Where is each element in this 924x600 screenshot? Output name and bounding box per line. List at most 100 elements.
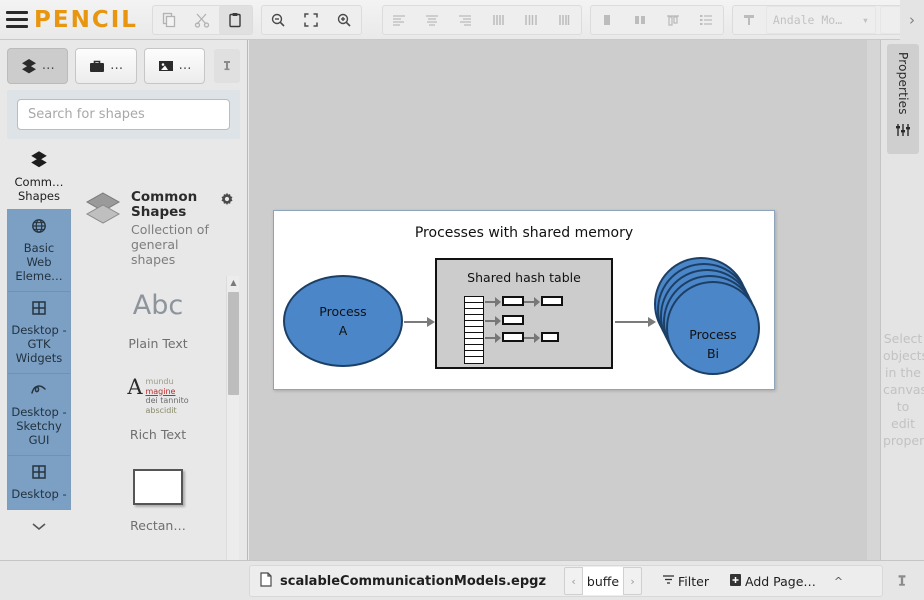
collection-title: Common Shapes (131, 190, 209, 220)
tab-shapes[interactable]: … (7, 48, 68, 84)
shape-preview: A mundu magine dei tannito abscidit (84, 367, 232, 425)
align-middle-icon (632, 12, 648, 28)
connector-arrowhead (427, 317, 435, 327)
tab-tools-more: … (110, 63, 124, 69)
align-right-button[interactable] (449, 6, 482, 34)
hash-chain-node (541, 296, 563, 306)
text-format-group: Andale Mo… ▾ (732, 5, 924, 35)
magnifier-plus-icon (336, 12, 352, 28)
document-chip: scalableCommunicationModels.epgz ‹ buffe… (249, 565, 883, 597)
align-middle-button[interactable] (624, 6, 657, 34)
main-menu-button[interactable] (6, 0, 28, 40)
tab-images-more: … (179, 63, 193, 69)
top-toolbar: PENCIL (0, 0, 924, 40)
shape-list-scrollbar[interactable]: ▲ ▼ (226, 276, 239, 600)
add-page-button[interactable]: Add Page… (729, 573, 816, 590)
align-left-button[interactable] (383, 6, 416, 34)
diagram-process-b-stack[interactable]: Process Bi (654, 257, 760, 375)
distribute-left-icon (490, 12, 506, 28)
hash-table-title: Shared hash table (437, 270, 611, 285)
shape-item-plain-text[interactable]: Abc Plain Text (84, 276, 232, 351)
zoom-fit-button[interactable] (295, 6, 328, 34)
align-center-button[interactable] (416, 6, 449, 34)
canvas-area[interactable]: Processes with shared memory Process A S… (249, 40, 880, 560)
scrollbar-thumb[interactable] (228, 292, 239, 395)
canvas-page[interactable]: Processes with shared memory Process A S… (273, 210, 775, 390)
chevron-right-icon[interactable]: › (624, 575, 641, 588)
paste-button[interactable] (219, 6, 252, 34)
distribute-vertical-button[interactable] (690, 6, 723, 34)
tab-images[interactable]: … (144, 48, 205, 84)
tab-shapes-more: … (42, 63, 56, 69)
font-family-select[interactable]: Andale Mo… ▾ (766, 6, 876, 34)
status-pin-button[interactable] (894, 573, 910, 589)
distribute-right-icon (556, 12, 572, 28)
connector-a-to-hash (404, 321, 429, 323)
distribute-left-button[interactable] (482, 6, 515, 34)
properties-empty-message: Select objects in the canvas to edit pro… (883, 330, 923, 449)
status-bar: scalableCommunicationModels.epgz ‹ buffe… (0, 560, 924, 600)
chevron-up-icon[interactable]: ^ (834, 575, 843, 588)
rich-text-letter: A (127, 377, 142, 397)
distribute-center-button[interactable] (515, 6, 548, 34)
hash-chain-arrow (495, 333, 501, 343)
format-painter-button[interactable] (733, 6, 766, 34)
tab-tools[interactable]: … (75, 48, 136, 84)
distribute-right-button[interactable] (548, 6, 581, 34)
collection-header: Common Shapes Collection of general shap… (84, 190, 236, 267)
add-page-icon (729, 573, 742, 590)
diagram-shared-hash-table[interactable]: Shared hash table (435, 258, 613, 369)
zoom-out-button[interactable] (262, 6, 295, 34)
scissors-icon (194, 12, 210, 28)
panel-pin-button[interactable] (214, 49, 240, 83)
hamburger-icon (6, 25, 28, 28)
search-container (7, 90, 240, 139)
app-brand-title: PENCIL (34, 7, 138, 33)
diagram-process-a[interactable]: Process A (283, 275, 403, 367)
distribute-vertical-icon (698, 12, 714, 28)
zoom-button-group (261, 5, 362, 35)
add-page-label: Add Page… (745, 574, 816, 589)
align-top-button[interactable] (591, 6, 624, 34)
clipboard-button-group (152, 5, 253, 35)
align-top-icon (599, 12, 615, 28)
collection-item-desktop[interactable]: Desktop - (8, 456, 70, 509)
collection-rail: Comm… Shapes Basic Web Eleme… (6, 145, 72, 600)
shape-preview: Abc (84, 276, 232, 334)
gear-icon (218, 191, 236, 209)
filter-icon (662, 573, 675, 589)
cut-button[interactable] (186, 6, 219, 34)
align-center-icon (424, 12, 440, 28)
hash-bucket (465, 357, 483, 363)
page-tab[interactable]: buffe (582, 567, 624, 595)
collection-item-basic-web[interactable]: Basic Web Eleme… (8, 210, 70, 292)
collection-item-gtk-widgets[interactable]: Desktop - GTK Widgets (8, 292, 70, 374)
process-b-label: Process Bi (666, 325, 760, 363)
chevron-left-icon[interactable]: ‹ (565, 575, 582, 588)
layers-icon (15, 149, 64, 172)
shape-item-rectangle-1[interactable]: Rectan… (84, 458, 232, 533)
rich-text-line: dei tannito (145, 396, 188, 406)
fit-screen-icon (303, 12, 319, 28)
sliders-icon (894, 121, 912, 143)
filter-label: Filter (678, 574, 709, 589)
collection-settings-button[interactable] (218, 191, 236, 209)
hash-chain-node (502, 296, 524, 306)
align-bottom-button[interactable] (657, 6, 690, 34)
collection-item-sketchy-gui[interactable]: Desktop - Sketchy GUI (8, 374, 70, 456)
properties-tab-label: Properties (896, 52, 910, 115)
toolbar-overflow-button[interactable]: › (900, 0, 924, 40)
filter-button[interactable]: Filter (662, 573, 709, 589)
scroll-up-icon[interactable]: ▲ (227, 276, 240, 289)
search-input[interactable] (17, 99, 230, 130)
process-a-line2: A (339, 321, 348, 340)
shape-item-rich-text[interactable]: A mundu magine dei tannito abscidit Rich… (84, 367, 232, 442)
copy-button[interactable] (153, 6, 186, 34)
canvas-vertical-scrollbar[interactable] (867, 40, 880, 560)
tab-properties[interactable]: Properties (887, 44, 919, 154)
zoom-in-button[interactable] (328, 6, 361, 34)
align-right-icon (457, 12, 473, 28)
collection-more-button[interactable] (6, 520, 72, 535)
align-left-icon (391, 12, 407, 28)
globe-icon (10, 217, 68, 238)
